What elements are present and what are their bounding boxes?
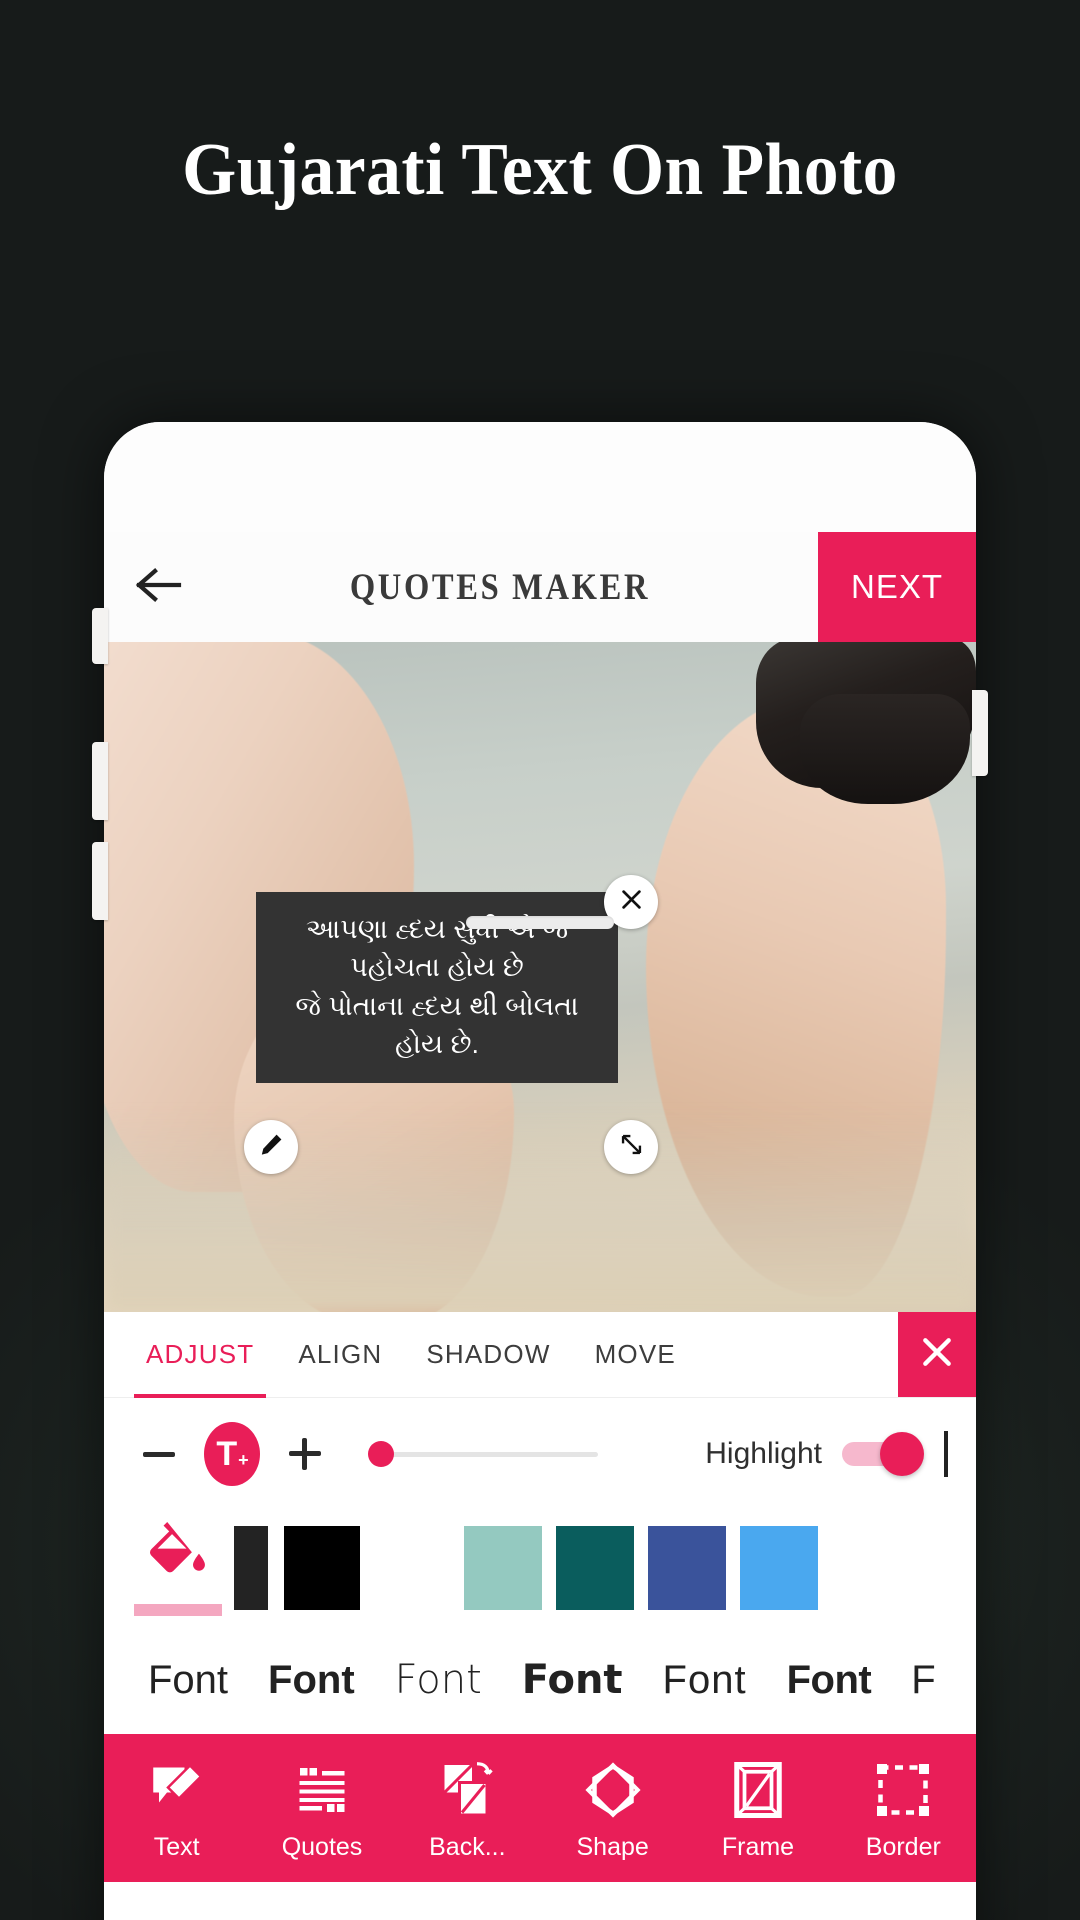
text-size-sup: + bbox=[238, 1449, 249, 1470]
pencil-icon bbox=[258, 1131, 285, 1163]
color-swatch-row bbox=[104, 1510, 976, 1626]
phone-button-left-top bbox=[92, 608, 108, 664]
edit-handle[interactable] bbox=[244, 1120, 298, 1174]
text-edit-icon bbox=[147, 1760, 207, 1825]
nav-item-quotes[interactable]: Quotes bbox=[249, 1760, 394, 1862]
tab-align[interactable]: ALIGN bbox=[276, 1312, 404, 1398]
photo-watch-face bbox=[800, 694, 970, 804]
text-cursor-indicator bbox=[944, 1431, 948, 1477]
arrow-left-icon bbox=[133, 565, 183, 610]
back-button[interactable] bbox=[104, 532, 212, 642]
text-plus-icon[interactable]: T + bbox=[204, 1422, 260, 1486]
font-option[interactable]: Font bbox=[767, 1658, 892, 1703]
paint-bucket-icon[interactable] bbox=[130, 1516, 226, 1620]
tab-list: ADJUST ALIGN SHADOW MOVE bbox=[104, 1312, 898, 1398]
quotes-icon bbox=[292, 1760, 352, 1825]
promo-screen: Gujarati Text On Photo QUOTES MAKER NEXT bbox=[0, 0, 1080, 1920]
swatch-dark-gray[interactable] bbox=[234, 1526, 268, 1610]
resize-diagonal-icon bbox=[618, 1131, 645, 1163]
toggle-knob bbox=[880, 1432, 924, 1476]
slider-thumb[interactable] bbox=[368, 1441, 394, 1467]
frame-icon bbox=[728, 1760, 788, 1825]
photo-bokeh bbox=[104, 1112, 976, 1312]
phone-bezel-top bbox=[104, 422, 976, 532]
nav-label: Text bbox=[153, 1833, 200, 1861]
shape-icon bbox=[583, 1760, 643, 1825]
phone-button-volume-up bbox=[92, 742, 108, 820]
close-panel-button[interactable] bbox=[898, 1312, 976, 1397]
nav-label: Quotes bbox=[281, 1833, 363, 1861]
font-option[interactable]: Font bbox=[248, 1658, 375, 1703]
swatch-navy[interactable] bbox=[648, 1526, 726, 1610]
paint-bucket-underline bbox=[134, 1604, 222, 1616]
close-icon bbox=[917, 1332, 957, 1377]
font-option[interactable]: Font bbox=[643, 1658, 767, 1703]
resize-handle[interactable] bbox=[604, 1120, 658, 1174]
nav-label: Shape bbox=[576, 1833, 649, 1861]
phone-speaker-grille bbox=[466, 916, 614, 929]
opacity-slider[interactable] bbox=[368, 1434, 598, 1474]
text-size-controls: T + Highlight bbox=[104, 1398, 976, 1510]
phone-button-volume-down bbox=[92, 842, 108, 920]
font-option[interactable]: Font bbox=[128, 1658, 248, 1703]
next-button[interactable]: NEXT bbox=[818, 532, 976, 642]
swatch-black[interactable] bbox=[284, 1526, 360, 1610]
border-icon bbox=[873, 1760, 933, 1825]
font-option[interactable]: Font bbox=[375, 1657, 502, 1703]
tab-adjust[interactable]: ADJUST bbox=[124, 1312, 276, 1398]
plus-icon-v bbox=[302, 1438, 307, 1470]
highlight-toggle[interactable] bbox=[842, 1432, 924, 1476]
increase-size-button[interactable] bbox=[278, 1427, 332, 1481]
nav-item-shape[interactable]: Shape bbox=[540, 1760, 685, 1862]
font-option[interactable]: Font bbox=[502, 1657, 643, 1703]
nav-item-background[interactable]: Back... bbox=[395, 1760, 540, 1862]
font-option[interactable]: F bbox=[891, 1658, 956, 1703]
app-screen: QUOTES MAKER NEXT આપણા હ્દય સુધી એ જ પહો… bbox=[104, 532, 976, 1920]
nav-item-border[interactable]: Border bbox=[831, 1760, 976, 1862]
phone-button-power bbox=[972, 690, 988, 776]
tab-move[interactable]: MOVE bbox=[573, 1312, 698, 1398]
app-title: QUOTES MAKER bbox=[349, 566, 651, 608]
editor-tabs: ADJUST ALIGN SHADOW MOVE bbox=[104, 1312, 976, 1398]
nav-item-text[interactable]: Text bbox=[104, 1760, 249, 1862]
swatch-mint[interactable] bbox=[464, 1526, 542, 1610]
overlay-line: પહોચતા હોય છે bbox=[350, 952, 524, 983]
text-size-glyph: T bbox=[216, 1434, 238, 1473]
phone-device: QUOTES MAKER NEXT આપણા હ્દય સુધી એ જ પહો… bbox=[104, 422, 976, 1920]
photo-canvas[interactable]: આપણા હ્દય સુધી એ જ પહોચતા હોય છે જે પોતા… bbox=[104, 642, 976, 1312]
swatch-teal[interactable] bbox=[556, 1526, 634, 1610]
highlight-label: Highlight bbox=[705, 1437, 822, 1470]
background-icon bbox=[437, 1760, 497, 1825]
font-picker-row[interactable]: Font Font Font Font Font Font F bbox=[104, 1626, 976, 1734]
overlay-line: હોય છે. bbox=[395, 1028, 479, 1059]
close-icon bbox=[618, 886, 645, 918]
page-title: Gujarati Text On Photo bbox=[182, 129, 898, 211]
swatch-sky[interactable] bbox=[740, 1526, 818, 1610]
app-toolbar: QUOTES MAKER NEXT bbox=[104, 532, 976, 642]
nav-item-frame[interactable]: Frame bbox=[685, 1760, 830, 1862]
nav-label: Border bbox=[865, 1833, 941, 1861]
nav-label: Back... bbox=[429, 1833, 506, 1861]
decrease-size-button[interactable] bbox=[132, 1427, 186, 1481]
minus-icon bbox=[143, 1451, 175, 1457]
tab-shadow[interactable]: SHADOW bbox=[404, 1312, 572, 1398]
bottom-toolbar: Text Quotes Back... Shape Frame Border bbox=[104, 1734, 976, 1882]
nav-label: Frame bbox=[721, 1833, 795, 1861]
slider-track bbox=[368, 1451, 598, 1457]
overlay-line: જે પોતાના હ્દય થી બોલતા bbox=[295, 990, 579, 1021]
